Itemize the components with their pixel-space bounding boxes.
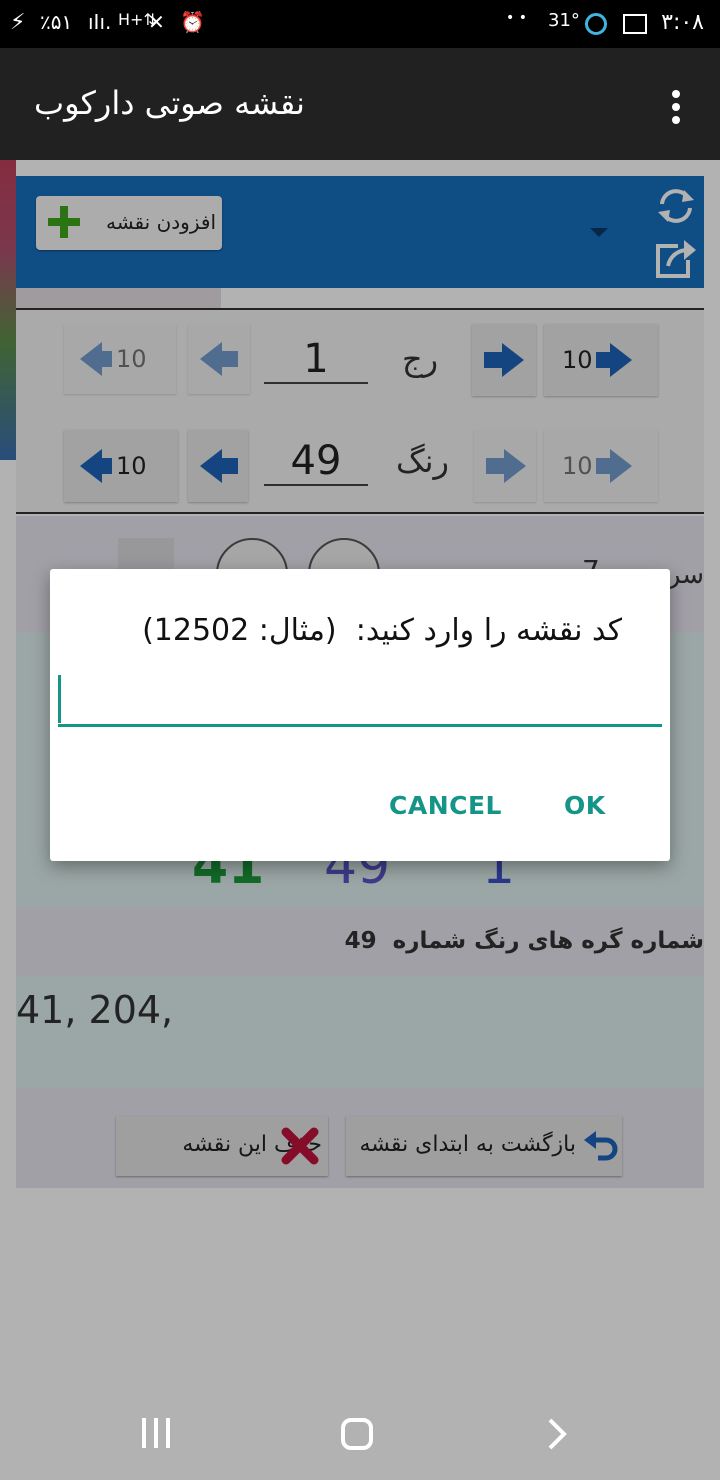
app-title: نقشه صوتی دارکوب <box>34 84 305 122</box>
gallery-icon <box>623 14 647 34</box>
status-bar: ۳:۰۸ ٪۵۱ ⚡ ıIı. H+⇅ ✕ ⏰ • • 31° <box>0 0 720 48</box>
ok-button[interactable]: OK <box>564 791 606 820</box>
app-bar: نقشه صوتی دارکوب <box>0 48 720 160</box>
enter-code-dialog: کد نقشه را وارد کنید: (مثال: 12502) CANC… <box>50 569 670 861</box>
dialog-example: (مثال: 12502) <box>142 613 337 648</box>
mute-icon: ✕ <box>148 10 165 34</box>
recent-apps-icon[interactable] <box>140 1418 172 1450</box>
alarm-icon: ⏰ <box>180 10 205 34</box>
cancel-button[interactable]: CANCEL <box>389 791 502 820</box>
home-icon[interactable] <box>341 1418 373 1450</box>
system-nav-bar <box>0 1384 720 1480</box>
temperature: 31° <box>548 10 580 31</box>
notification-dots: • • <box>506 10 527 26</box>
clock: ۳:۰۸ <box>661 10 704 35</box>
signal-icon: ıIı. <box>88 10 112 34</box>
dialog-message: کد نقشه را وارد کنید: (مثال: 12502) <box>142 613 622 648</box>
battery-charging-icon: ⚡ <box>10 10 26 35</box>
map-code-input[interactable] <box>58 675 662 727</box>
ring-app-icon <box>585 13 607 35</box>
back-chevron-icon[interactable] <box>546 1416 570 1452</box>
text-cursor <box>58 675 61 723</box>
battery-level: ٪۵۱ <box>40 10 73 34</box>
more-vert-icon[interactable] <box>666 86 686 126</box>
